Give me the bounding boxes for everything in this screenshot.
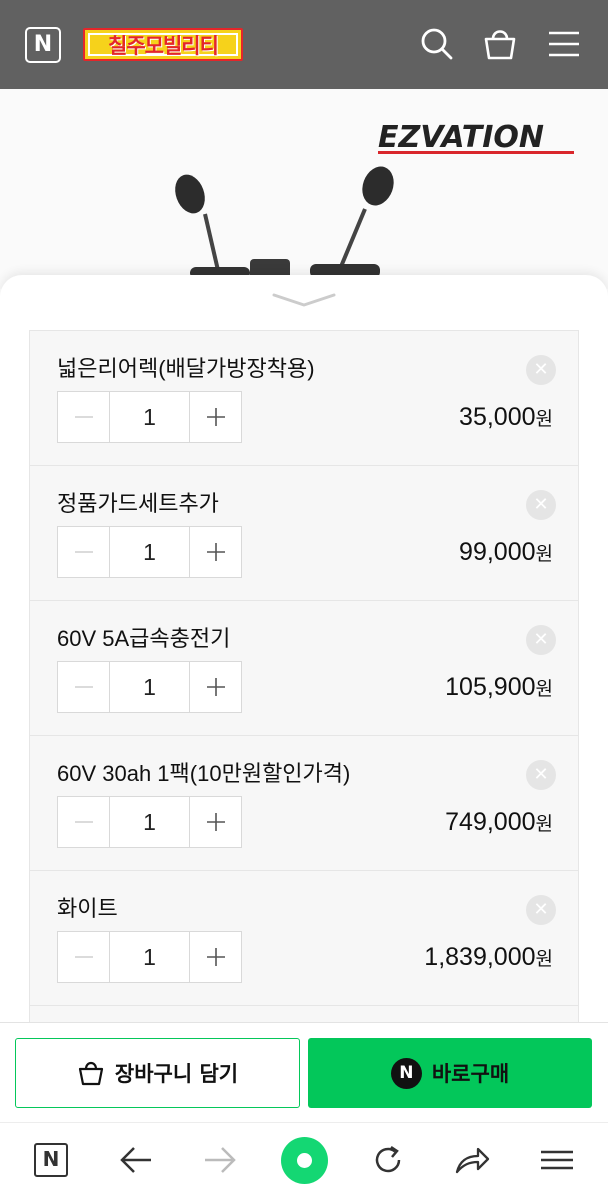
quantity-stepper: 1 (57, 391, 242, 443)
chevron-down-icon[interactable] (272, 291, 336, 311)
top-header: N 칠주모빌리티 (0, 0, 608, 89)
decrease-quantity-button[interactable] (58, 392, 110, 442)
option-price: 35,000원 (459, 403, 553, 431)
option-name: 60V 30ah 1팩(10만원할인가격) (57, 761, 351, 786)
quantity-stepper: 1 (57, 661, 242, 713)
shopping-bag-icon[interactable] (482, 26, 518, 62)
share-icon[interactable] (452, 1140, 492, 1180)
remove-option-icon[interactable]: ✕ (526, 760, 556, 790)
option-sheet: 넓은리어렉(배달가방장착용) ✕ 1 35,000원 정품가드세트추가 ✕ 1 … (0, 275, 608, 1035)
forward-arrow-icon[interactable] (200, 1140, 240, 1180)
quantity-stepper: 1 (57, 796, 242, 848)
option-price: 1,839,000원 (424, 943, 553, 971)
increase-quantity-button[interactable] (189, 932, 241, 982)
add-to-cart-label: 장바구니 담기 (114, 1062, 239, 1086)
option-price: 99,000원 (459, 538, 553, 566)
option-item: 60V 30ah 1팩(10만원할인가격) ✕ 1 749,000원 (30, 736, 578, 871)
quantity-value[interactable]: 1 (110, 662, 189, 712)
home-dot-icon[interactable] (281, 1137, 328, 1184)
back-arrow-icon[interactable] (116, 1140, 156, 1180)
svg-text:EZVATION: EZVATION (378, 120, 544, 155)
product-image: EZVATION (0, 89, 608, 289)
naver-home-button[interactable]: N (31, 1140, 71, 1180)
option-item: 화이트 ✕ 1 1,839,000원 (30, 871, 578, 1006)
quantity-value[interactable]: 1 (110, 527, 189, 577)
add-to-cart-button[interactable]: 장바구니 담기 (15, 1038, 300, 1108)
ezvation-logo: EZVATION (378, 119, 578, 155)
refresh-icon[interactable] (368, 1140, 408, 1180)
option-name: 정품가드세트추가 (57, 491, 219, 516)
quantity-stepper: 1 (57, 526, 242, 578)
option-price: 749,000원 (445, 808, 553, 836)
quantity-value[interactable]: 1 (110, 797, 189, 847)
store-brand-logo[interactable]: 칠주모빌리티 (83, 28, 243, 61)
shopping-bag-icon (78, 1061, 103, 1086)
purchase-bar: 장바구니 담기 N 바로구매 (0, 1022, 608, 1122)
scooter-image (175, 166, 394, 289)
store-brand-name: 칠주모빌리티 (108, 33, 219, 58)
quantity-value[interactable]: 1 (110, 392, 189, 442)
decrease-quantity-button[interactable] (58, 527, 110, 577)
decrease-quantity-button[interactable] (58, 662, 110, 712)
search-icon[interactable] (419, 26, 455, 62)
option-name: 60V 5A급속충전기 (57, 626, 231, 651)
remove-option-icon[interactable]: ✕ (526, 355, 556, 385)
decrease-quantity-button[interactable] (58, 797, 110, 847)
option-item: 60V 5A급속충전기 ✕ 1 105,900원 (30, 601, 578, 736)
quantity-value[interactable]: 1 (110, 932, 189, 982)
option-name: 화이트 (57, 896, 118, 921)
naver-n-icon: N (34, 1143, 68, 1177)
menu-icon[interactable] (537, 1140, 577, 1180)
selected-options-list: 넓은리어렉(배달가방장착용) ✕ 1 35,000원 정품가드세트추가 ✕ 1 … (29, 330, 579, 1035)
decrease-quantity-button[interactable] (58, 932, 110, 982)
naver-n-logo[interactable]: N (25, 27, 61, 63)
quantity-stepper: 1 (57, 931, 242, 983)
increase-quantity-button[interactable] (189, 662, 241, 712)
remove-option-icon[interactable]: ✕ (526, 625, 556, 655)
increase-quantity-button[interactable] (189, 797, 241, 847)
option-item: 넓은리어렉(배달가방장착용) ✕ 1 35,000원 (30, 331, 578, 466)
browser-navigation-bar: N (0, 1122, 608, 1200)
increase-quantity-button[interactable] (189, 392, 241, 442)
buy-now-label: 바로구매 (431, 1062, 510, 1086)
option-name: 넓은리어렉(배달가방장착용) (57, 356, 315, 381)
naver-pay-n-icon: N (390, 1057, 422, 1089)
remove-option-icon[interactable]: ✕ (526, 895, 556, 925)
menu-icon[interactable] (546, 26, 582, 62)
remove-option-icon[interactable]: ✕ (526, 490, 556, 520)
option-price: 105,900원 (445, 673, 553, 701)
buy-now-button[interactable]: N 바로구매 (308, 1038, 592, 1108)
increase-quantity-button[interactable] (189, 527, 241, 577)
option-item: 정품가드세트추가 ✕ 1 99,000원 (30, 466, 578, 601)
